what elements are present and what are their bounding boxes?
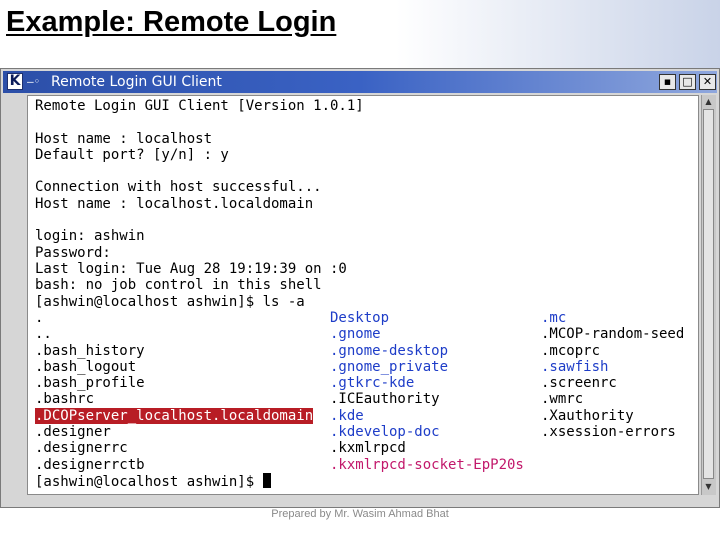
ls-entry: .wmrc	[541, 391, 584, 408]
ls-entry: ..	[35, 326, 52, 343]
ls-entry: .bashrc	[35, 391, 95, 408]
slide-footer: Prepared by Mr. Wasim Ahmad Bhat	[271, 508, 449, 520]
scroll-up-arrow-icon[interactable]: ▲	[703, 96, 714, 108]
ls-entry: .designerrc	[35, 440, 128, 457]
maximize-button[interactable]: □	[679, 74, 696, 90]
ls-entry: .designer	[35, 424, 111, 441]
window-titlebar[interactable]: K —◦ Remote Login GUI Client ▪ □ ✕	[3, 71, 717, 93]
close-button[interactable]: ✕	[699, 74, 716, 90]
highlighted-filename: .DCOPserver_localhost.localdomain	[35, 407, 314, 424]
pin-icon[interactable]: —◦	[27, 76, 45, 88]
ls-entry: .xsession-errors	[541, 424, 676, 441]
ls-entry-highlighted: .DCOPserver_localhost.localdomain	[35, 407, 314, 424]
ls-entry: .	[35, 310, 44, 326]
ls-entry: .mc	[541, 310, 567, 326]
terminal-line: login: ashwin	[35, 228, 145, 245]
slide-title: Example: Remote Login	[6, 6, 337, 38]
ls-entry: .sawfish	[541, 358, 609, 375]
ls-entry: .kde	[330, 407, 364, 424]
ls-column-2: Desktop .gnome .gnome-desktop .gnome_pri…	[330, 310, 524, 473]
terminal-lines: Remote Login GUI Client [Version 1.0.1] …	[35, 98, 364, 310]
ls-entry: .Xauthority	[541, 407, 634, 424]
terminal-line: Password:	[35, 244, 111, 261]
terminal-line: Last login: Tue Aug 28 19:19:39 on :0	[35, 260, 347, 277]
ls-entry: .screenrc	[541, 375, 617, 392]
scrollbar-thumb[interactable]	[703, 109, 714, 479]
terminal-line: bash: no job control in this shell	[35, 277, 322, 294]
scroll-down-arrow-icon[interactable]: ▼	[703, 481, 714, 493]
terminal-line: Remote Login GUI Client [Version 1.0.1]	[35, 98, 364, 114]
terminal-line: Host name : localhost.localdomain	[35, 195, 314, 212]
ls-entry: .kxmlrpcd	[330, 440, 406, 457]
window-title: Remote Login GUI Client	[51, 74, 222, 90]
minimize-button[interactable]: ▪	[659, 74, 676, 90]
ls-column-1: . .. .bash_history .bash_logout .bash_pr…	[35, 310, 314, 473]
ls-entry: .bash_logout	[35, 358, 137, 375]
ls-entry: .gnome-desktop	[330, 342, 449, 359]
ls-entry: .gnome	[330, 326, 381, 343]
ls-entry: .mcoprc	[541, 342, 601, 359]
ls-entry: .gnome_private	[330, 358, 449, 375]
ls-entry: .MCOP-random-seed	[541, 326, 685, 343]
ls-entry: .gtkrc-kde	[330, 375, 415, 392]
terminal-output[interactable]: Remote Login GUI Client [Version 1.0.1] …	[27, 95, 699, 495]
terminal-line: Default port? [y/n] : y	[35, 146, 229, 163]
text-cursor	[262, 473, 271, 488]
ls-entry: .kxmlrpcd-socket-EpP20s	[330, 456, 524, 473]
vertical-scrollbar[interactable]: ▲ ▼	[701, 95, 716, 495]
ls-entry: .kdevelop-doc	[330, 424, 440, 441]
ls-entry: .designerrctb	[35, 456, 145, 473]
ls-entry: .bash_profile	[35, 375, 145, 392]
ls-column-3: .mc .MCOP-random-seed .mcoprc .sawfish .…	[541, 310, 684, 440]
ls-entry: .ICEauthority	[330, 391, 440, 408]
shell-prompt: [ashwin@localhost ashwin]$	[35, 474, 263, 490]
ls-entry: Desktop	[330, 310, 390, 326]
remote-login-window: K —◦ Remote Login GUI Client ▪ □ ✕ Remot…	[0, 68, 720, 508]
terminal-line: Connection with host successful...	[35, 179, 322, 196]
kde-app-icon[interactable]: K	[7, 73, 23, 90]
command-prompt-line[interactable]: [ashwin@localhost ashwin]$	[35, 473, 271, 490]
ls-entry: .bash_history	[35, 342, 145, 359]
terminal-line: [ashwin@localhost ashwin]$ ls -a	[35, 293, 305, 310]
terminal-line: Host name : localhost	[35, 130, 213, 147]
